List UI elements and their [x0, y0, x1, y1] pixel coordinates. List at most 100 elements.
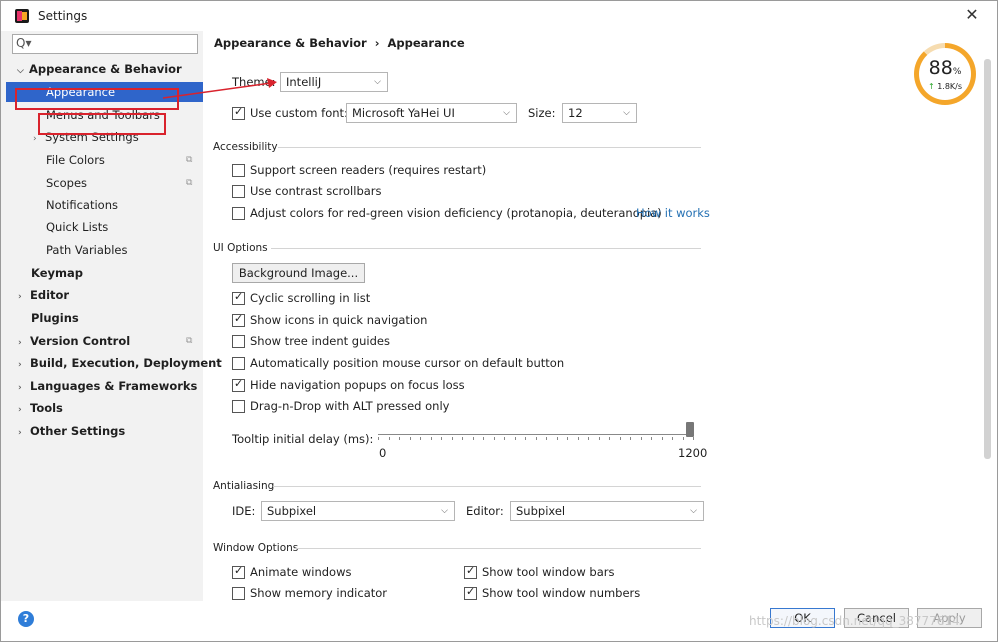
tooltip-delay-label: Tooltip initial delay (ms): — [232, 432, 374, 446]
sidebar-item-version-control[interactable]: › Version Control — [18, 331, 130, 351]
highlight-box — [38, 113, 166, 135]
cyclic-scrolling-checkbox[interactable]: Cyclic scrolling in list — [232, 290, 370, 306]
sidebar-item-path-variables[interactable]: Path Variables — [46, 240, 127, 260]
sidebar-item-notifications[interactable]: Notifications — [46, 195, 118, 215]
slider-tick — [598, 437, 600, 440]
editor-antialiasing-dropdown[interactable]: Subpixel ⌵ — [510, 501, 704, 521]
slider-tick — [409, 437, 411, 440]
search-input[interactable]: Q▾ — [12, 34, 198, 54]
search-icon: Q▾ — [16, 36, 32, 50]
slider-min-label: 0 — [379, 446, 387, 460]
slider-tick — [504, 437, 505, 440]
chevron-right-icon: › — [18, 383, 22, 393]
title-bar: Settings ✕ — [1, 1, 997, 31]
slider-tick — [388, 437, 390, 440]
chevron-down-icon: ⌵ — [374, 77, 381, 87]
sidebar-item-plugins[interactable]: Plugins — [31, 308, 79, 328]
breadcrumb: Appearance & Behavior › Appearance — [214, 36, 465, 50]
how-it-works-link[interactable]: How it works — [636, 206, 710, 220]
theme-label: Theme: — [232, 75, 276, 89]
editor-label: Editor: — [466, 504, 504, 518]
slider-tick — [640, 437, 642, 440]
slider-tick — [672, 437, 673, 440]
settings-window: Settings ✕ Q▾ ⌵ Appearance & Behavior App… — [0, 0, 998, 642]
tool-window-numbers-checkbox[interactable]: Show tool window numbers — [464, 585, 640, 601]
sidebar-item-keymap[interactable]: Keymap — [31, 263, 83, 283]
contrast-scrollbars-checkbox[interactable]: Use contrast scrollbars — [232, 183, 382, 199]
theme-dropdown[interactable]: IntelliJ ⌵ — [280, 72, 388, 92]
upload-arrow-icon: ↑ — [927, 82, 935, 91]
size-label: Size: — [528, 106, 556, 120]
sidebar-item-tools[interactable]: › Tools — [18, 398, 63, 418]
tooltip-delay-slider[interactable] — [378, 434, 693, 435]
slider-tick — [588, 437, 589, 440]
copy-icon: ⧉ — [186, 336, 193, 346]
tree-indent-guides-checkbox[interactable]: Show tree indent guides — [232, 333, 390, 349]
copy-icon: ⧉ — [186, 155, 193, 165]
slider-tick — [525, 437, 526, 440]
ide-antialiasing-dropdown[interactable]: Subpixel ⌵ — [261, 501, 455, 521]
screen-readers-checkbox[interactable]: Support screen readers (requires restart… — [232, 162, 486, 178]
slider-tick — [682, 437, 684, 440]
slider-tick — [483, 437, 484, 440]
use-custom-font-checkbox[interactable]: Use custom font: — [232, 105, 348, 121]
memory-indicator-checkbox[interactable]: Show memory indicator — [232, 585, 387, 601]
sidebar-item-build-execution[interactable]: › Build, Execution, Deployment — [18, 353, 222, 373]
sidebar-item-editor[interactable]: › Editor — [18, 285, 69, 305]
section-accessibility: Accessibility — [213, 141, 278, 153]
slider-tick — [430, 437, 432, 440]
close-icon[interactable]: ✕ — [963, 6, 981, 24]
chevron-right-icon: › — [18, 428, 22, 438]
slider-tick — [546, 437, 547, 440]
chevron-down-icon: ⌵ — [623, 108, 630, 118]
background-image-button[interactable]: Background Image... — [232, 263, 365, 283]
slider-tick — [451, 437, 453, 440]
icons-quick-nav-checkbox[interactable]: Show icons in quick navigation — [232, 312, 427, 328]
slider-tick — [567, 437, 568, 440]
settings-content: Appearance & Behavior › Appearance Theme… — [203, 31, 983, 601]
section-ui-options: UI Options — [213, 242, 268, 254]
slider-tick — [609, 437, 610, 440]
slider-tick — [577, 437, 579, 440]
font-size-dropdown[interactable]: 12 ⌵ — [562, 103, 637, 123]
slider-tick — [472, 437, 474, 440]
vertical-scrollbar[interactable] — [984, 59, 991, 459]
sidebar-item-scopes[interactable]: Scopes — [46, 173, 87, 193]
sidebar-item-languages-frameworks[interactable]: › Languages & Frameworks — [18, 376, 197, 396]
help-icon[interactable]: ? — [18, 611, 34, 627]
slider-tick — [420, 437, 421, 440]
slider-tick — [630, 437, 631, 440]
color-deficiency-checkbox[interactable]: Adjust colors for red-green vision defic… — [232, 205, 662, 221]
slider-tick — [399, 437, 400, 440]
section-antialiasing: Antialiasing — [213, 480, 275, 492]
slider-tick — [378, 437, 379, 440]
ide-label: IDE: — [232, 504, 256, 518]
slider-tick — [556, 437, 558, 440]
section-window-options: Window Options — [213, 542, 299, 554]
chevron-right-icon: › — [18, 405, 22, 415]
drag-n-drop-alt-checkbox[interactable]: Drag-n-Drop with ALT pressed only — [232, 398, 449, 414]
window-title: Settings — [38, 9, 88, 23]
sidebar-item-quick-lists[interactable]: Quick Lists — [46, 217, 108, 237]
chevron-down-icon: ⌵ — [441, 506, 448, 516]
sidebar-item-file-colors[interactable]: File Colors — [46, 150, 105, 170]
sidebar-item-appearance-behavior[interactable]: ⌵ Appearance & Behavior — [17, 59, 182, 79]
hide-nav-popups-checkbox[interactable]: Hide navigation popups on focus loss — [232, 377, 465, 393]
auto-position-cursor-checkbox[interactable]: Automatically position mouse cursor on d… — [232, 355, 564, 371]
slider-tick — [514, 437, 516, 440]
slider-tick — [493, 437, 495, 440]
settings-sidebar: Q▾ ⌵ Appearance & Behavior Appearance Men… — [1, 31, 222, 601]
animate-windows-checkbox[interactable]: Animate windows — [232, 564, 351, 580]
network-speed-widget: 88% ↑ 1.8K/s — [914, 43, 976, 105]
chevron-right-icon: › — [18, 338, 22, 348]
chevron-down-icon: ⌵ — [690, 506, 697, 516]
slider-tick — [651, 437, 652, 440]
slider-tick — [535, 437, 537, 440]
tool-window-bars-checkbox[interactable]: Show tool window bars — [464, 564, 614, 580]
slider-tick — [619, 437, 621, 440]
slider-thumb[interactable] — [686, 422, 694, 437]
slider-tick — [462, 437, 463, 440]
sidebar-item-other-settings[interactable]: › Other Settings — [18, 421, 125, 441]
font-dropdown[interactable]: Microsoft YaHei UI ⌵ — [346, 103, 517, 123]
slider-max-label: 1200 — [678, 446, 708, 460]
